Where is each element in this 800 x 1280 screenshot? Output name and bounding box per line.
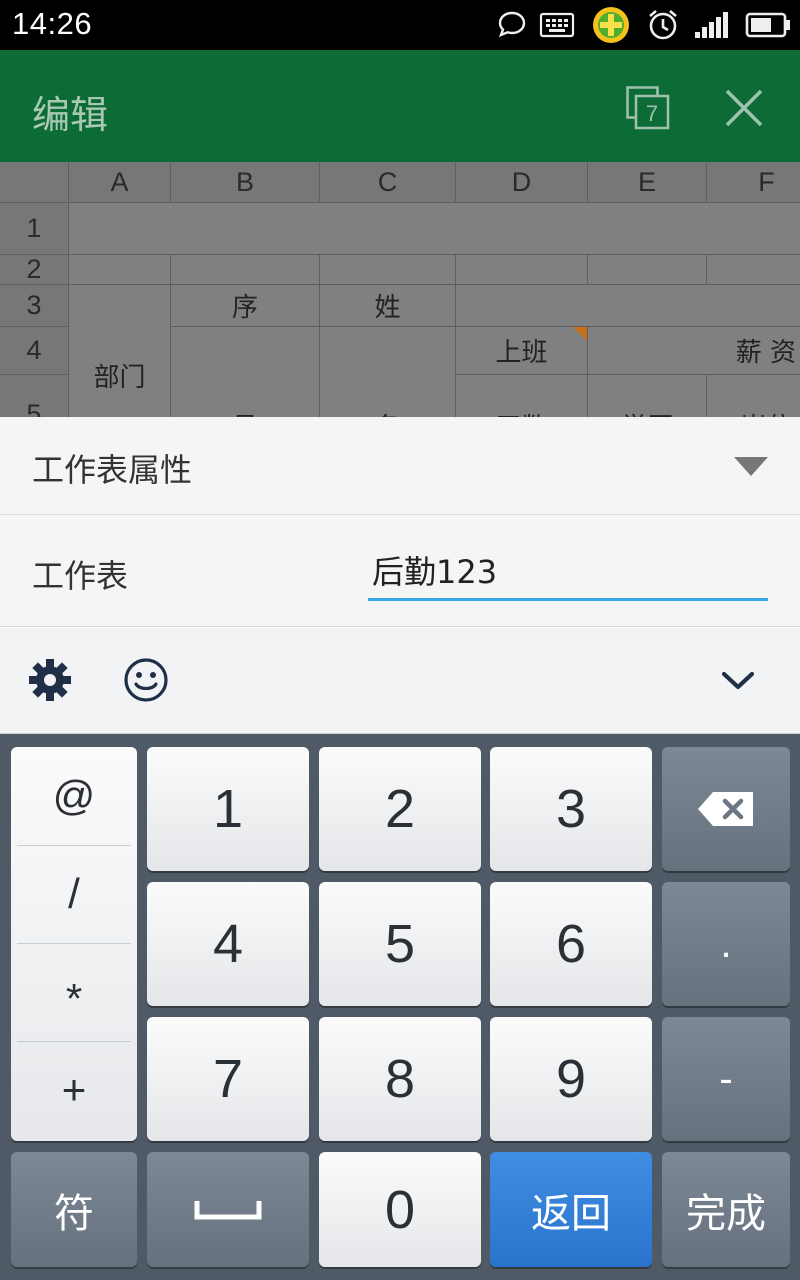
tab-count-label: 7 [646,101,658,126]
comment-indicator [573,327,587,341]
signal-icon [692,6,732,44]
cell-b3[interactable]: 序 [171,285,320,327]
backspace-icon [698,792,753,826]
key-minus[interactable]: - [662,1017,790,1141]
key-slash[interactable]: / [11,845,137,942]
key-4[interactable]: 4 [147,882,309,1006]
settings-gear-icon[interactable] [24,654,76,706]
status-time: 14:26 [12,6,93,41]
key-7[interactable]: 7 [147,1017,309,1141]
cell-b5[interactable]: 号 [171,327,320,417]
cell-c2[interactable] [320,255,456,285]
cell-c5[interactable]: 名 [320,327,456,417]
row-header-1[interactable]: 1 [0,203,69,255]
row-header-4[interactable]: 4 [0,327,69,375]
spreadsheet-grid[interactable]: A B C D E F 1 2 3 4 5 部门 序 号 姓 名 上班 薪 资 … [0,162,800,417]
keyboard-toolbar [0,628,800,734]
page-title: 编辑 [32,93,109,137]
key-asterisk[interactable]: * [11,943,137,1040]
tabs-icon[interactable]: 7 [626,86,670,130]
key-3[interactable]: 3 [490,747,652,871]
cell-c3[interactable]: 姓 [320,285,456,327]
space-key[interactable] [147,1152,309,1267]
row-header-3[interactable]: 3 [0,285,69,327]
key-8[interactable]: 8 [319,1017,481,1141]
key-at[interactable]: @ [11,747,137,844]
backspace-key[interactable] [662,747,790,871]
section-title: 工作表属性 [32,451,193,489]
row-header-2[interactable]: 2 [0,254,69,285]
symbol-switch-key[interactable]: 符 [11,1152,137,1267]
cell-f2[interactable] [707,255,800,285]
corner-header[interactable] [0,162,69,203]
sheet-properties-panel: 工作表属性 工作表 [0,417,800,627]
key-6[interactable]: 6 [490,882,652,1006]
cell-row-1[interactable] [69,203,800,255]
battery-icon [744,6,792,44]
column-header-a[interactable]: A [69,162,171,203]
cell-department[interactable]: 部门 [69,285,171,417]
key-9[interactable]: 9 [490,1017,652,1141]
sheet-name-input[interactable] [368,541,768,601]
cell-d4-text: 上班 [495,338,548,368]
sheet-name-label: 工作表 [32,557,129,595]
key-1[interactable]: 1 [147,747,309,871]
cell-e5[interactable]: 学历 [588,375,707,417]
cell-b2[interactable] [171,255,320,285]
chat-bubble-icon [494,6,530,44]
hide-keyboard-chevron-icon[interactable] [712,654,764,706]
cell-d2[interactable] [456,255,588,285]
key-dot[interactable]: . [662,882,790,1006]
alarm-icon [644,6,682,44]
cell-d4[interactable]: 上班 [456,327,588,375]
space-icon [194,1200,262,1219]
cell-d5[interactable]: 天数 [456,375,588,417]
status-bar: 14:26 [0,0,800,50]
cell-a2[interactable] [69,255,171,285]
column-header-e[interactable]: E [588,162,707,203]
column-header-f[interactable]: F [707,162,800,203]
column-header-d[interactable]: D [456,162,588,203]
cell-e4[interactable]: 薪 资 [588,327,800,375]
row-header-5[interactable]: 5 [0,375,69,417]
keyboard-icon [538,6,576,44]
close-icon[interactable] [722,86,766,130]
numeric-keyboard: @ / * + 1 2 3 4 5 6 . 7 8 9 - 符 0 返回 完成 [0,734,800,1280]
column-header-b[interactable]: B [171,162,320,203]
key-0[interactable]: 0 [319,1152,481,1267]
done-key[interactable]: 完成 [662,1152,790,1267]
column-header-c[interactable]: C [320,162,456,203]
key-5[interactable]: 5 [319,882,481,1006]
key-2[interactable]: 2 [319,747,481,871]
cell-d3[interactable] [456,285,800,327]
app-bar: 编辑 7 [0,50,800,162]
security-app-icon [590,6,632,44]
key-plus[interactable]: + [11,1041,137,1138]
sheet-properties-header[interactable]: 工作表属性 [0,417,800,515]
emoji-icon[interactable] [120,654,172,706]
cell-f5[interactable]: 岗位 [707,375,800,417]
cell-e2[interactable] [588,255,707,285]
panel-divider [0,626,800,627]
return-key[interactable]: 返回 [490,1152,652,1267]
collapse-triangle-icon[interactable] [734,457,768,476]
symbol-column: @ / * + [11,747,137,1141]
